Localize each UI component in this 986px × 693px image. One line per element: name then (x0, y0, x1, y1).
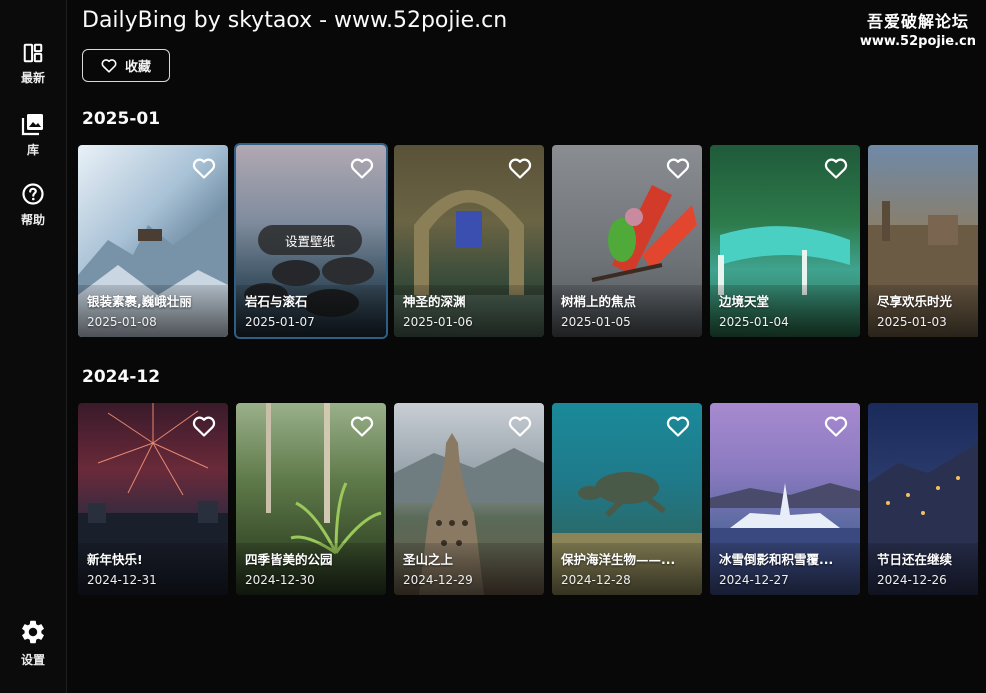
card-date: 2025-01-03 (877, 315, 947, 329)
heart-outline-icon[interactable] (192, 415, 216, 437)
card-date: 2025-01-04 (719, 315, 789, 329)
heart-outline-icon[interactable] (824, 157, 848, 179)
heart-outline-icon[interactable] (824, 415, 848, 437)
favorite-button-label: 收藏 (124, 60, 151, 75)
card-date: 2025-01-08 (87, 315, 157, 329)
card-date: 2024-12-29 (403, 573, 473, 587)
card-title: 节日还在继续 (877, 552, 953, 567)
wallpaper-card[interactable]: 设置壁纸 岩石与滚石 2025-01-07 (236, 145, 386, 337)
wallpaper-card[interactable]: 树梢上的焦点 2025-01-05 (552, 145, 702, 337)
card-date: 2024-12-31 (87, 573, 157, 587)
card-title: 冰雪倒影和积雪覆... (719, 552, 834, 567)
card-title: 银装素裹,巍峨壮丽 (87, 294, 192, 309)
watermark-line2: www.52pojie.cn (859, 34, 976, 49)
wallpaper-card[interactable]: 边境天堂 2025-01-04 (710, 145, 860, 337)
watermark-line1: 吾爱破解论坛 (866, 12, 969, 31)
wallpaper-row: 新年快乐! 2024-12-31 四季皆美的公园 2024-12-30 圣山之上… (78, 403, 978, 595)
heart-outline-icon[interactable] (666, 157, 690, 179)
wallpaper-card[interactable]: 四季皆美的公园 2024-12-30 (236, 403, 386, 595)
card-date: 2024-12-28 (561, 573, 631, 587)
heart-outline-icon[interactable] (508, 157, 532, 179)
photo-library-icon (21, 114, 43, 136)
card-date: 2024-12-27 (719, 573, 789, 587)
main-content: DailyBing by skytaox - www.52pojie.cn 吾爱… (66, 0, 986, 693)
heart-outline-icon[interactable] (350, 157, 374, 179)
section-title: 2025-01 (82, 109, 161, 129)
nav-latest-label: 最新 (20, 71, 45, 85)
watermark: 吾爱破解论坛 www.52pojie.cn (860, 8, 976, 49)
card-title: 尽享欢乐时光 (877, 294, 953, 309)
nav-help-label: 帮助 (20, 213, 45, 227)
wallpaper-card[interactable]: 节日还在继续 2024-12-26 (868, 403, 978, 595)
wallpaper-card[interactable]: 新年快乐! 2024-12-31 (78, 403, 228, 595)
sidebar: 最新 库 帮助 设置 (0, 0, 67, 693)
card-date: 2025-01-07 (245, 315, 315, 329)
wallpaper-card[interactable]: 银装素裹,巍峨壮丽 2025-01-08 (78, 145, 228, 337)
card-date: 2025-01-05 (561, 315, 631, 329)
app-title: DailyBing by skytaox - www.52pojie.cn (82, 8, 508, 33)
card-title: 边境天堂 (719, 294, 770, 309)
heart-outline-icon (101, 59, 117, 73)
wallpaper-card[interactable]: 冰雪倒影和积雪覆... 2024-12-27 (710, 403, 860, 595)
nav-settings[interactable]: 设置 (0, 618, 66, 668)
card-date: 2024-12-30 (245, 573, 315, 587)
wallpaper-card[interactable]: 保护海洋生物——... 2024-12-28 (552, 403, 702, 595)
card-title: 树梢上的焦点 (561, 294, 637, 309)
gear-icon (22, 620, 44, 644)
wallpaper-row: 银装素裹,巍峨壮丽 2025-01-08 设置壁纸 岩石与滚石 2025-01-… (78, 145, 978, 337)
card-title: 岩石与滚石 (245, 294, 308, 309)
section-title: 2024-12 (82, 367, 161, 387)
heart-outline-icon[interactable] (350, 415, 374, 437)
card-title: 保护海洋生物——... (561, 552, 676, 567)
card-title: 神圣的深渊 (403, 294, 466, 309)
heart-outline-icon[interactable] (508, 415, 532, 437)
heart-outline-icon[interactable] (666, 415, 690, 437)
nav-latest[interactable]: 最新 (0, 42, 66, 86)
set-wallpaper-button[interactable]: 设置壁纸 (258, 225, 362, 255)
dashboard-icon (23, 43, 43, 63)
card-title: 新年快乐! (87, 552, 143, 567)
favorite-button[interactable]: 收藏 (82, 49, 170, 82)
wallpaper-card[interactable]: 神圣的深渊 2025-01-06 (394, 145, 544, 337)
nav-library[interactable]: 库 (0, 112, 66, 158)
nav-library-label: 库 (26, 143, 39, 157)
help-icon (22, 183, 44, 205)
card-title: 四季皆美的公园 (245, 552, 333, 567)
wallpaper-card[interactable]: 尽享欢乐时光 2025-01-03 (868, 145, 978, 337)
nav-settings-label: 设置 (20, 653, 45, 667)
heart-outline-icon[interactable] (192, 157, 216, 179)
card-date: 2024-12-26 (877, 573, 947, 587)
nav-help[interactable]: 帮助 (0, 182, 66, 228)
wallpaper-card[interactable]: 圣山之上 2024-12-29 (394, 403, 544, 595)
card-date: 2025-01-06 (403, 315, 473, 329)
card-title: 圣山之上 (403, 552, 454, 567)
